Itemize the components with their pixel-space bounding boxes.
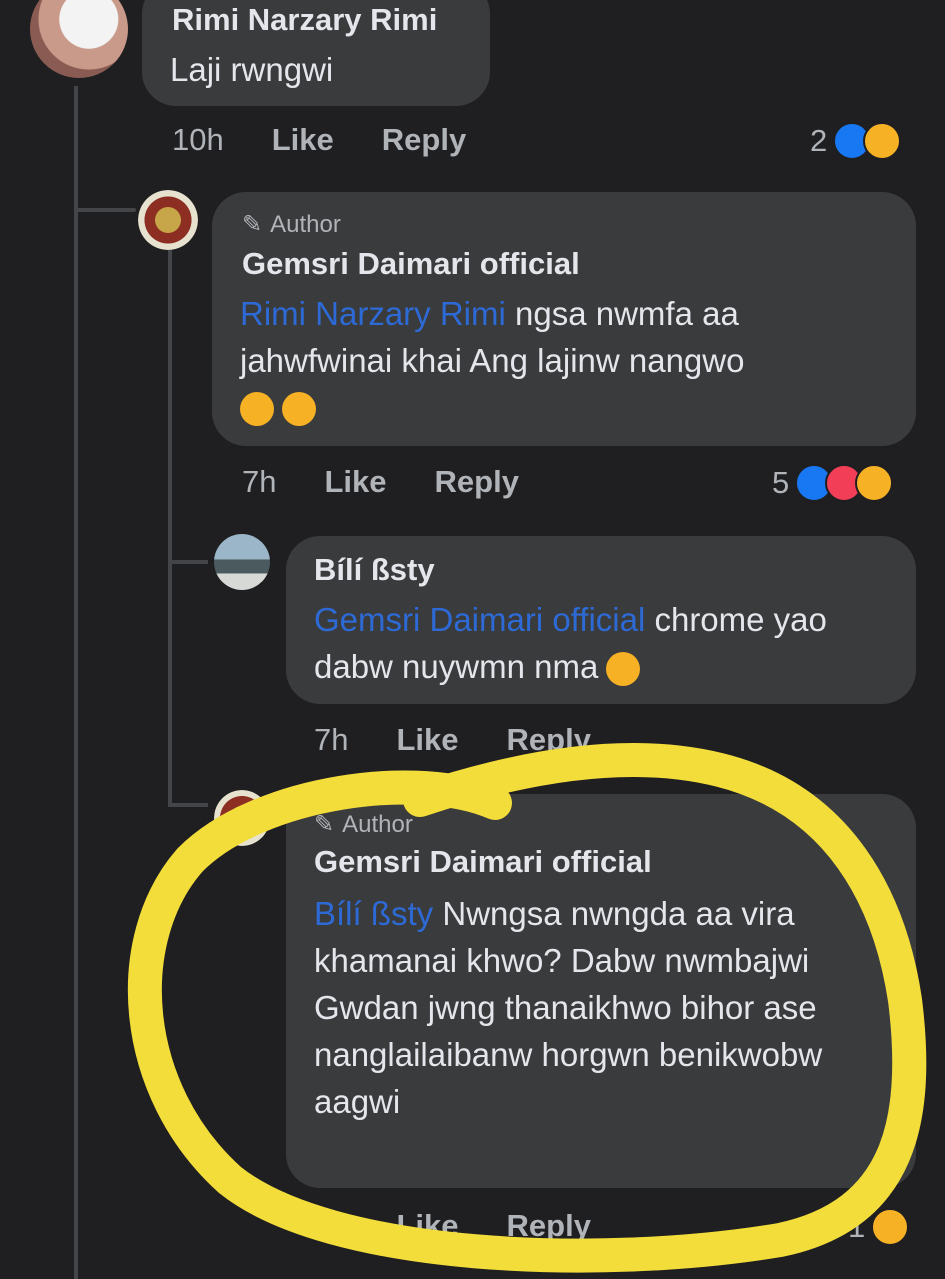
highlight-circle-annotation [128, 743, 927, 1273]
